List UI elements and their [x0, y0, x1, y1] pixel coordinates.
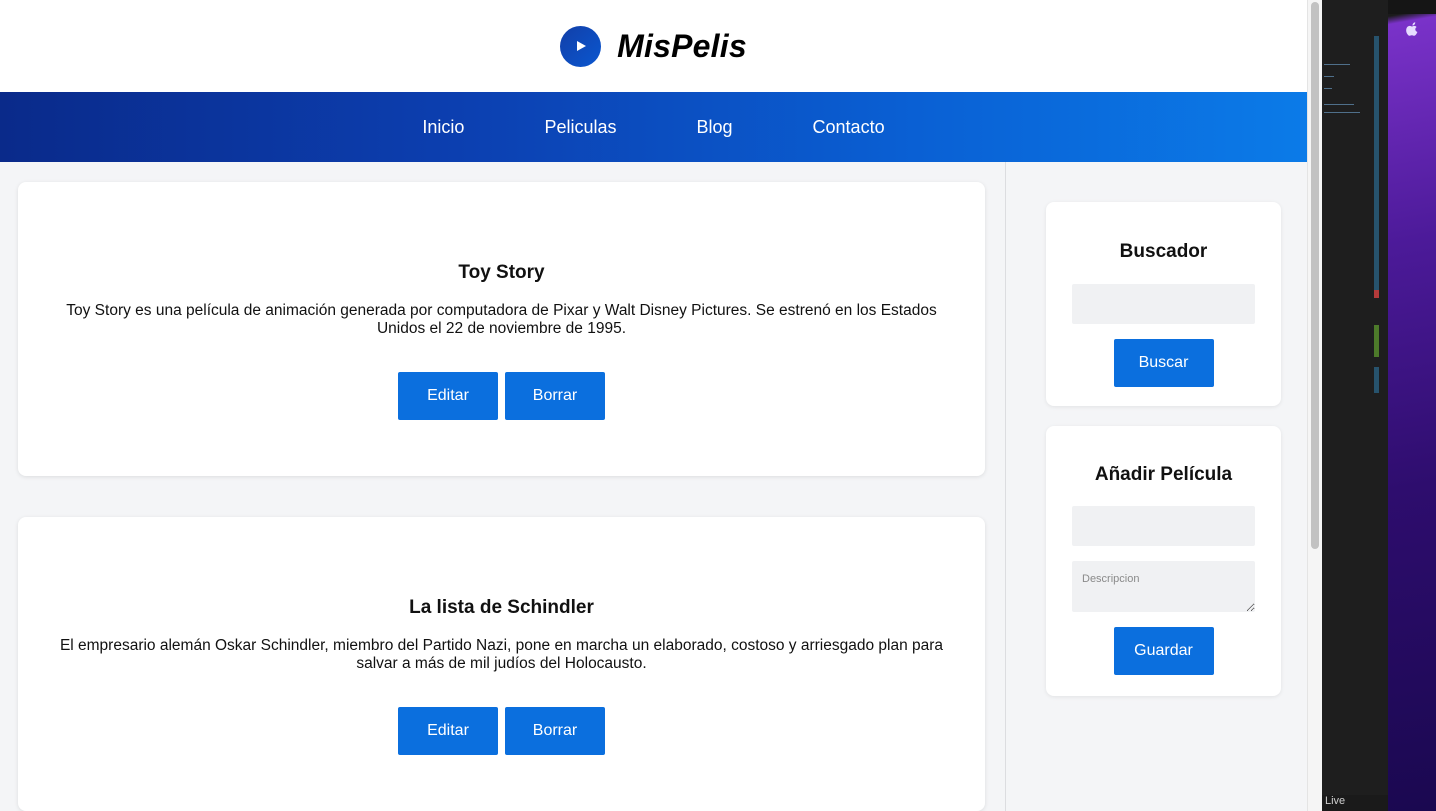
editor-status-bar[interactable]: Live [1322, 795, 1388, 811]
search-title: Buscador [1119, 241, 1208, 262]
search-box: Buscador Buscar [1046, 202, 1281, 406]
movie-description: Toy Story es una película de animación g… [66, 302, 937, 337]
play-icon[interactable] [560, 25, 602, 67]
edit-button[interactable]: Editar [398, 707, 498, 755]
description-field[interactable] [1072, 561, 1255, 612]
movie-title: La lista de Schindler [409, 597, 594, 618]
desktop-wallpaper [1388, 0, 1436, 811]
apple-icon[interactable] [1406, 22, 1420, 38]
code-line [1324, 64, 1350, 65]
live-status-text[interactable]: Live [1325, 795, 1345, 807]
movie-list: Toy Story Toy Story es una película de a… [0, 162, 1005, 811]
nav-item-peliculas[interactable]: Peliculas [504, 117, 656, 138]
movie-card: La lista de Schindler El empresario alem… [18, 517, 985, 811]
code-line [1324, 88, 1332, 89]
add-movie-title: Añadir Película [1094, 464, 1233, 485]
add-movie-box: Añadir Película Guardar [1046, 426, 1281, 696]
code-line [1324, 104, 1354, 105]
movie-description: El empresario alemán Oskar Schindler, mi… [59, 637, 944, 672]
editor-gutter-marker [1374, 290, 1379, 298]
search-button[interactable]: Buscar [1113, 339, 1214, 387]
editor-gutter-marker [1374, 367, 1379, 393]
content-area: Toy Story Toy Story es una película de a… [0, 162, 1307, 811]
page-scrollbar[interactable] [1307, 0, 1322, 811]
save-button[interactable]: Guardar [1113, 627, 1214, 675]
nav-item-blog[interactable]: Blog [657, 117, 773, 138]
delete-button[interactable]: Borrar [505, 707, 605, 755]
movie-title-input[interactable] [1072, 506, 1255, 546]
editor-gutter-marker [1374, 325, 1379, 357]
movie-actions: Editar Borrar [18, 707, 985, 755]
nav-item-inicio[interactable]: Inicio [382, 117, 504, 138]
movie-actions: Editar Borrar [18, 372, 985, 420]
code-line [1324, 76, 1334, 77]
code-line [1324, 112, 1360, 113]
site-header: MisPelis [0, 0, 1307, 92]
code-editor-edge: Live [1322, 0, 1388, 811]
delete-button[interactable]: Borrar [505, 372, 605, 420]
site-logo-text[interactable]: MisPelis [617, 28, 747, 65]
sidebar: Buscador Buscar Añadir Película Guardar [1005, 162, 1307, 811]
editor-gutter-marker [1374, 36, 1379, 292]
movie-title: Toy Story [458, 262, 545, 283]
main-navigation: Inicio Peliculas Blog Contacto [0, 92, 1307, 162]
search-input[interactable] [1072, 284, 1255, 324]
scrollbar-thumb[interactable] [1311, 2, 1319, 549]
edit-button[interactable]: Editar [398, 372, 498, 420]
movie-card: Toy Story Toy Story es una película de a… [18, 182, 985, 476]
menu-bar [1388, 0, 1436, 14]
browser-page: MisPelis Inicio Peliculas Blog Contacto … [0, 0, 1307, 811]
nav-item-contacto[interactable]: Contacto [773, 117, 925, 138]
